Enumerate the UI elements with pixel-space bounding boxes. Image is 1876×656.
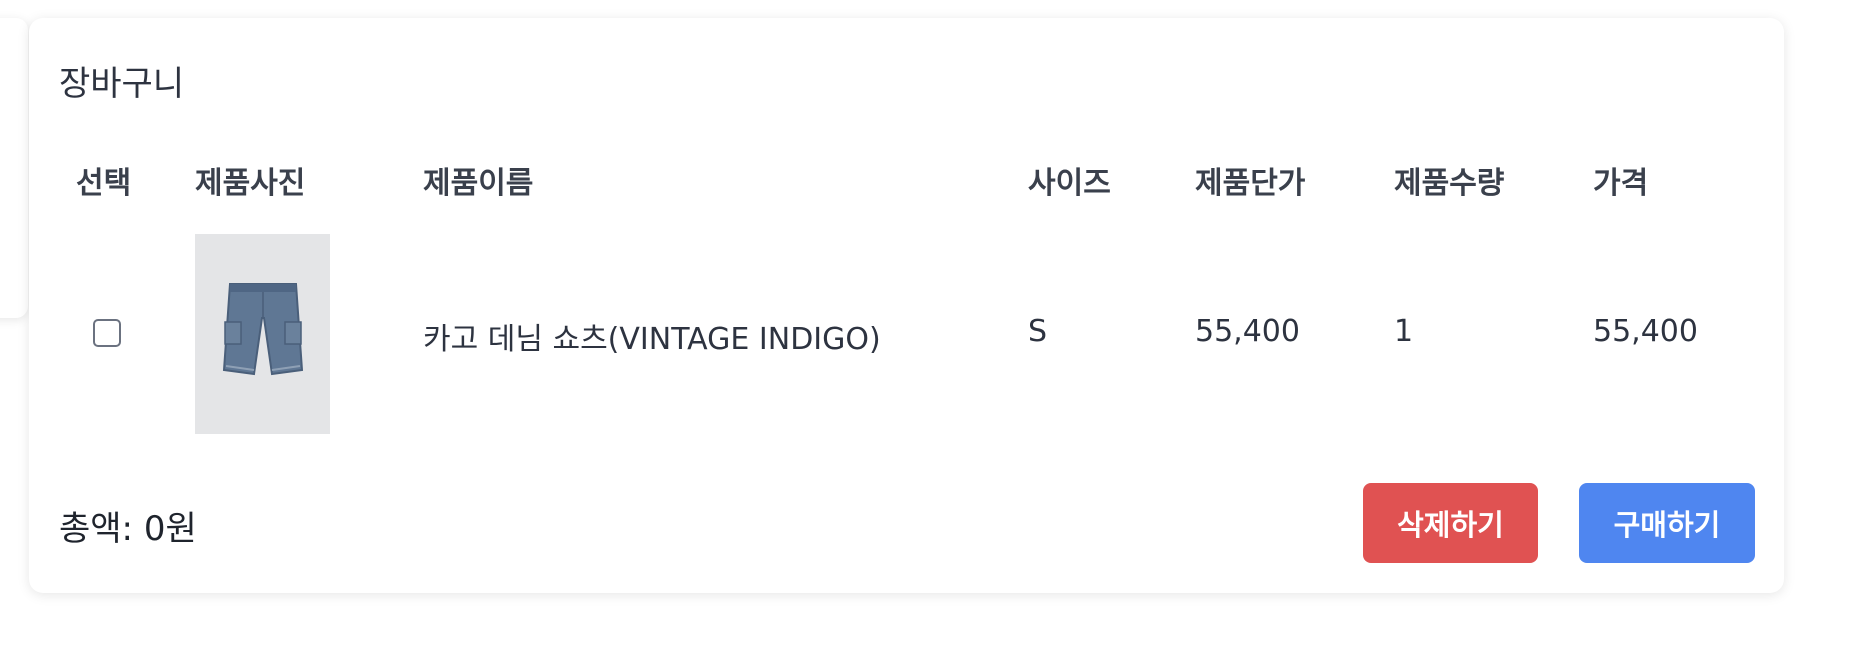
header-image: 제품사진: [195, 166, 306, 201]
delete-button[interactable]: 삭제하기: [1363, 483, 1538, 563]
item-select-checkbox[interactable]: [93, 319, 121, 347]
background-card-edge: [0, 18, 28, 318]
denim-shorts-icon: [222, 283, 303, 376]
header-size: 사이즈: [1028, 166, 1111, 201]
buy-button[interactable]: 구매하기: [1579, 483, 1755, 563]
header-select: 선택: [76, 166, 132, 201]
header-name: 제품이름: [423, 166, 534, 201]
item-name: 카고 데님 쇼츠(VINTAGE INDIGO): [423, 322, 881, 357]
item-price: 55,400: [1593, 314, 1698, 349]
cart-title: 장바구니: [59, 64, 185, 104]
item-unit-price: 55,400: [1195, 314, 1300, 349]
header-price: 가격: [1593, 166, 1649, 201]
item-size: S: [1028, 314, 1048, 349]
total-amount: 총액: 0원: [59, 509, 197, 549]
item-quantity: 1: [1394, 314, 1414, 349]
header-quantity: 제품수량: [1394, 166, 1505, 201]
product-image: [195, 234, 330, 434]
header-unit-price: 제품단가: [1195, 166, 1306, 201]
cart-panel: 장바구니 선택 제품사진 제품이름 사이즈 제품단가 제품수량 가격 카고 데님…: [29, 18, 1784, 593]
